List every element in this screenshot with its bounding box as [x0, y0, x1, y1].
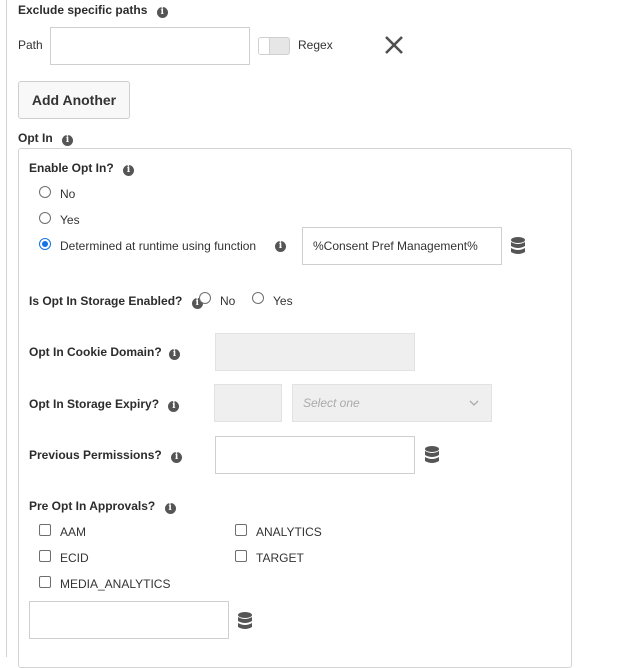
storage-expiry-input[interactable] — [214, 384, 282, 422]
storage-yes-label: Yes — [273, 294, 293, 308]
approval-media-analytics-checkbox[interactable] — [39, 576, 51, 588]
previous-permissions-heading: Previous Permissions? i — [29, 448, 183, 463]
info-icon[interactable]: i — [62, 135, 74, 146]
storage-expiry-label: Opt In Storage Expiry? — [29, 397, 160, 411]
path-label: Path — [18, 38, 43, 52]
info-icon[interactable]: i — [156, 7, 168, 18]
opt-in-heading: Opt In i — [18, 131, 74, 146]
enable-runtime-radio[interactable] — [39, 238, 51, 250]
regex-label: Regex — [298, 38, 333, 52]
chevron-down-icon — [469, 400, 479, 406]
select-placeholder: Select one — [303, 396, 360, 410]
enable-yes-label: Yes — [60, 213, 80, 227]
approval-target-checkbox[interactable] — [235, 550, 247, 562]
info-icon[interactable]: i — [171, 452, 183, 463]
data-element-icon[interactable] — [425, 446, 439, 464]
enable-opt-in-label: Enable Opt In? — [29, 161, 114, 175]
previous-permissions-input[interactable] — [215, 436, 415, 474]
info-icon[interactable]: i — [168, 401, 180, 412]
data-element-icon[interactable] — [238, 612, 252, 630]
approval-analytics-checkbox[interactable] — [235, 524, 247, 536]
cookie-domain-heading: Opt In Cookie Domain? i — [29, 345, 181, 360]
data-element-icon[interactable] — [511, 237, 525, 255]
exclude-paths-heading: Exclude specific paths i — [18, 3, 168, 18]
left-divider — [6, 0, 7, 657]
pre-approvals-input[interactable] — [29, 601, 229, 639]
regex-toggle[interactable] — [258, 37, 290, 55]
enable-opt-in-heading: Enable Opt In? i — [29, 161, 135, 176]
storage-no-label: No — [220, 294, 236, 308]
info-icon[interactable]: i — [275, 241, 286, 252]
enable-no-radio[interactable] — [39, 186, 51, 198]
storage-expiry-unit-select[interactable]: Select one — [292, 384, 492, 422]
exclude-paths-title: Exclude specific paths — [18, 3, 148, 17]
info-icon[interactable]: i — [169, 349, 181, 360]
close-icon — [385, 36, 403, 54]
cookie-domain-input[interactable] — [215, 333, 415, 371]
enable-no-label: No — [60, 187, 76, 201]
storage-yes-radio[interactable] — [252, 292, 264, 304]
add-another-button[interactable]: Add Another — [18, 81, 130, 119]
opt-in-title: Opt In — [18, 131, 53, 145]
storage-expiry-heading: Opt In Storage Expiry? i — [29, 397, 180, 412]
info-icon[interactable]: i — [164, 503, 176, 514]
path-input[interactable] — [50, 27, 250, 65]
approval-ecid-label: ECID — [60, 551, 89, 565]
remove-path-button[interactable] — [383, 34, 405, 56]
cookie-domain-label: Opt In Cookie Domain? — [29, 345, 162, 359]
pre-approvals-label: Pre Opt In Approvals? — [29, 499, 156, 513]
enable-runtime-label: Determined at runtime using function — [60, 239, 257, 253]
info-icon[interactable]: i — [123, 165, 135, 176]
pre-approvals-heading: Pre Opt In Approvals? i — [29, 499, 176, 514]
approval-aam-checkbox[interactable] — [39, 524, 51, 536]
storage-no-radio[interactable] — [199, 292, 211, 304]
enable-yes-radio[interactable] — [39, 212, 51, 224]
approval-analytics-label: ANALYTICS — [256, 525, 322, 539]
approval-target-label: TARGET — [256, 551, 304, 565]
storage-enabled-heading: Is Opt In Storage Enabled? i — [29, 294, 203, 309]
runtime-function-input[interactable] — [302, 227, 502, 265]
approval-aam-label: AAM — [60, 525, 87, 539]
toggle-handle — [259, 38, 270, 54]
approval-media-analytics-label: MEDIA_ANALYTICS — [60, 577, 171, 591]
storage-enabled-label: Is Opt In Storage Enabled? — [29, 294, 183, 308]
approval-ecid-checkbox[interactable] — [39, 550, 51, 562]
previous-permissions-label: Previous Permissions? — [29, 448, 162, 462]
